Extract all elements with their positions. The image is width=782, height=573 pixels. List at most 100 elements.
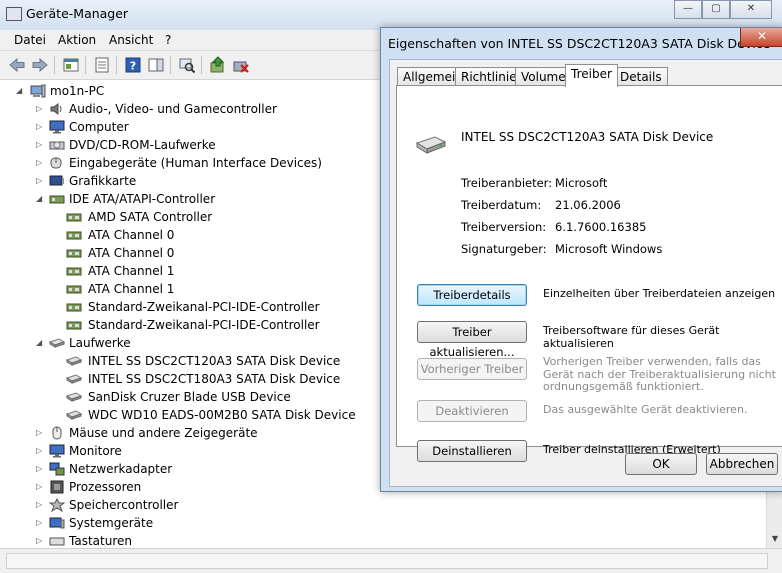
update-driver-button[interactable]: Treiber aktualisieren... bbox=[417, 321, 527, 359]
tree-item-label: Mäuse und andere Zeigegeräte bbox=[69, 426, 258, 440]
expander-icon[interactable]: ◢ bbox=[36, 334, 46, 352]
device-view-icon[interactable] bbox=[62, 56, 80, 74]
toolbar-separator bbox=[54, 56, 55, 74]
mouse-icon bbox=[49, 426, 65, 440]
keyboard-icon bbox=[49, 534, 65, 548]
tree-item-label: DVD/CD-ROM-Laufwerke bbox=[69, 138, 216, 152]
controller-icon bbox=[66, 210, 82, 224]
tree-item-label: ATA Channel 0 bbox=[88, 246, 175, 260]
expander-icon[interactable]: ◢ bbox=[16, 82, 26, 100]
hid-icon bbox=[49, 156, 65, 170]
disk-drive-icon bbox=[65, 354, 83, 368]
toolbar-separator bbox=[116, 56, 117, 74]
dialog-close-button[interactable]: ✕ bbox=[740, 28, 782, 47]
disk-drive-icon bbox=[48, 336, 66, 350]
controller-icon bbox=[66, 228, 82, 242]
device-manager-icon bbox=[6, 7, 22, 21]
ok-button[interactable]: OK bbox=[625, 453, 697, 475]
tree-item-label: ATA Channel 0 bbox=[88, 228, 175, 242]
property-key: Treiberanbieter: bbox=[461, 176, 553, 190]
toolbar-separator bbox=[170, 56, 171, 74]
driver-details-button[interactable]: Treiberdetails bbox=[417, 284, 527, 306]
forward-arrow-icon[interactable] bbox=[31, 56, 49, 74]
disable-device-button[interactable]: Deaktivieren bbox=[417, 400, 527, 422]
disk-drive-icon bbox=[65, 408, 83, 422]
minimize-button[interactable]: — bbox=[674, 0, 702, 19]
help-icon[interactable]: ? bbox=[124, 56, 142, 74]
tree-item-label: Monitore bbox=[69, 444, 122, 458]
action-description: Einzelheiten über Treiberdateien anzeige… bbox=[543, 287, 776, 300]
controller-icon bbox=[66, 318, 82, 332]
tab-treiber[interactable]: Treiber bbox=[565, 64, 618, 87]
menu-datei[interactable]: Datei bbox=[14, 33, 46, 47]
toolbar-separator bbox=[201, 56, 202, 74]
controller-icon bbox=[66, 264, 82, 278]
dialog-body: Allgemein Richtlinien Volumes Treiber De… bbox=[389, 59, 782, 487]
tree-item-label: IDE ATA/ATAPI-Controller bbox=[69, 192, 216, 206]
expander-icon[interactable]: ▷ bbox=[36, 172, 46, 190]
status-bar bbox=[0, 548, 782, 573]
tree-item-label: Systemgeräte bbox=[69, 516, 154, 530]
ide-controller-icon bbox=[49, 192, 65, 206]
scroll-down-icon[interactable]: ▼ bbox=[768, 532, 782, 546]
tab-page-treiber: INTEL SS DSC2CT120A3 SATA Disk Device Tr… bbox=[396, 85, 782, 462]
device-name: INTEL SS DSC2CT120A3 SATA Disk Device bbox=[461, 130, 714, 144]
disk-drive-icon bbox=[415, 133, 447, 155]
maximize-button[interactable]: ▢ bbox=[702, 0, 730, 19]
menu-aktion[interactable]: Aktion bbox=[58, 33, 96, 47]
properties-icon[interactable] bbox=[93, 56, 111, 74]
expander-icon[interactable]: ▷ bbox=[36, 154, 46, 172]
property-value: Microsoft Windows bbox=[555, 242, 663, 256]
expander-icon[interactable]: ▷ bbox=[36, 424, 46, 442]
window-title: Geräte-Manager bbox=[26, 6, 129, 21]
controller-icon bbox=[66, 282, 82, 296]
storage-controller-icon bbox=[48, 497, 66, 513]
monitor-icon bbox=[49, 120, 65, 134]
property-key: Signaturgeber: bbox=[461, 242, 547, 256]
tree-item-label: ATA Channel 1 bbox=[88, 282, 175, 296]
expander-icon[interactable]: ▷ bbox=[36, 136, 46, 154]
expander-icon[interactable]: ▷ bbox=[36, 118, 46, 136]
expander-icon[interactable]: ▷ bbox=[36, 478, 46, 496]
expander-icon[interactable]: ▷ bbox=[36, 100, 46, 118]
monitor-icon bbox=[49, 444, 65, 458]
menu-help[interactable]: ? bbox=[165, 33, 171, 47]
window-controls: — ▢ ✕ bbox=[674, 0, 772, 19]
expander-icon[interactable]: ▷ bbox=[36, 442, 46, 460]
rollback-driver-button[interactable]: Vorheriger Treiber bbox=[417, 358, 527, 380]
uninstall-button[interactable]: Deinstallieren bbox=[417, 440, 527, 462]
dialog-title: Eigenschaften von INTEL SS DSC2CT120A3 S… bbox=[388, 36, 771, 51]
property-value: 6.1.7600.16385 bbox=[555, 220, 647, 234]
expander-icon[interactable]: ▷ bbox=[36, 496, 46, 514]
tree-item-label: AMD SATA Controller bbox=[88, 210, 213, 224]
close-window-button[interactable]: ✕ bbox=[730, 0, 772, 19]
expander-icon[interactable]: ▷ bbox=[36, 532, 46, 548]
svg-text:?: ? bbox=[130, 60, 136, 73]
expander-icon[interactable]: ▷ bbox=[36, 460, 46, 478]
system-device-icon bbox=[49, 516, 65, 530]
tree-item-label: Eingabegeräte (Human Interface Devices) bbox=[69, 156, 322, 170]
tab-details[interactable]: Details bbox=[614, 67, 668, 86]
update-driver-icon[interactable] bbox=[209, 56, 227, 74]
action-description: Treibersoftware für dieses Gerät aktuali… bbox=[543, 324, 720, 350]
cancel-button[interactable]: Abbrechen bbox=[706, 453, 778, 475]
expander-icon[interactable]: ◢ bbox=[36, 190, 46, 208]
network-adapter-icon bbox=[49, 462, 65, 476]
disk-drive-icon bbox=[65, 390, 83, 404]
processor-icon bbox=[49, 480, 65, 494]
dvd-drive-icon bbox=[49, 138, 65, 152]
tree-item-label: SanDisk Cruzer Blade USB Device bbox=[88, 390, 291, 404]
expander-icon[interactable]: ▷ bbox=[36, 514, 46, 532]
action-pane-icon[interactable] bbox=[147, 56, 165, 74]
properties-dialog: Eigenschaften von INTEL SS DSC2CT120A3 S… bbox=[380, 27, 782, 492]
disk-drive-icon bbox=[65, 372, 83, 386]
tree-item-label: Netzwerkadapter bbox=[69, 462, 173, 476]
back-arrow-icon[interactable] bbox=[8, 56, 26, 74]
status-cell bbox=[6, 553, 768, 569]
uninstall-device-icon[interactable] bbox=[232, 56, 250, 74]
property-value: 21.06.2006 bbox=[555, 198, 621, 212]
menu-ansicht[interactable]: Ansicht bbox=[109, 33, 153, 47]
scan-hardware-icon[interactable] bbox=[178, 56, 196, 74]
tree-item-label: Tastaturen bbox=[69, 534, 132, 548]
action-description: Das ausgewählte Gerät deaktivieren. bbox=[543, 403, 748, 416]
